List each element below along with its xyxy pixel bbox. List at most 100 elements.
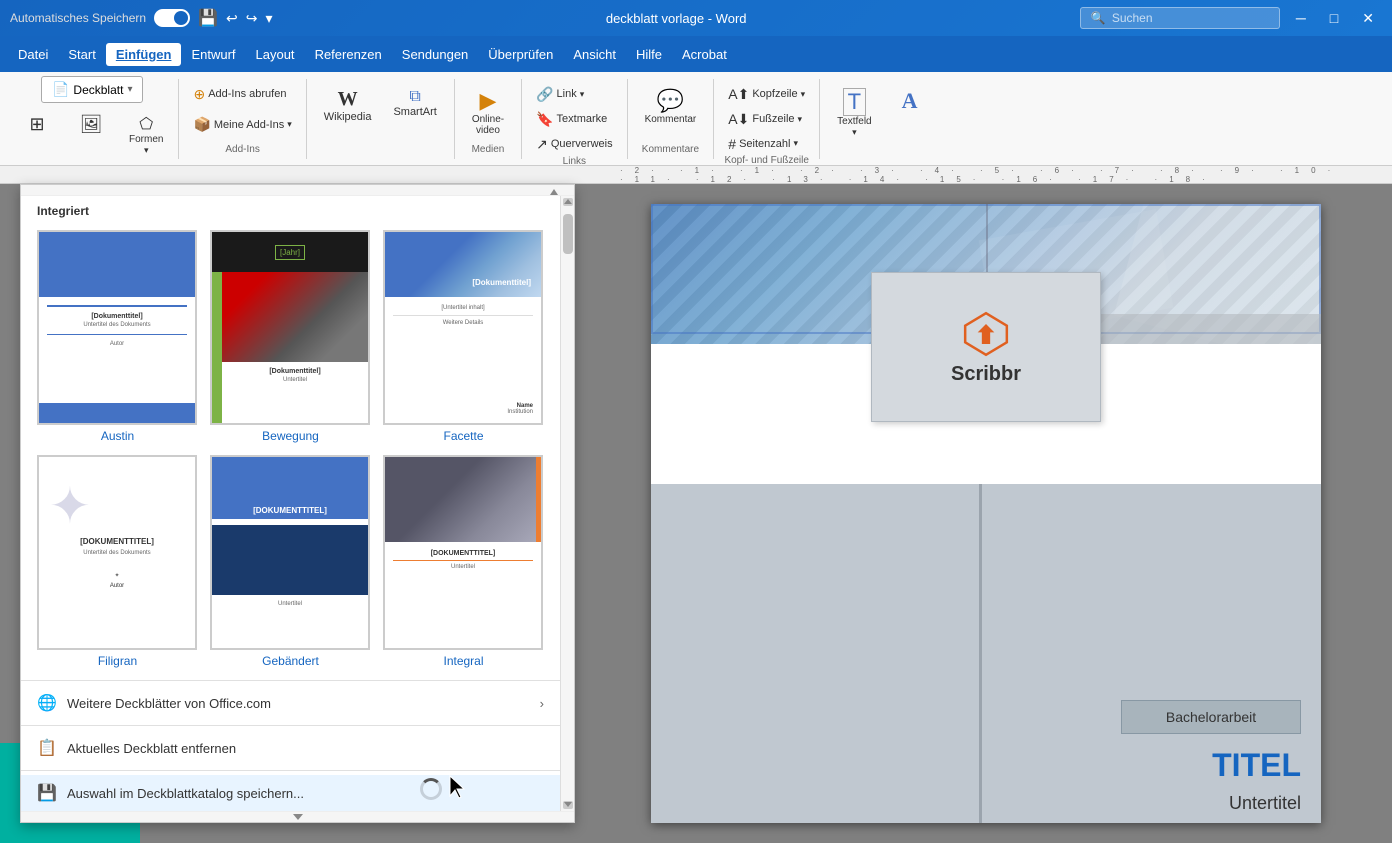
meine-addins-label: Meine Add-Ins [214,119,284,131]
online-video-label: Online-video [472,114,504,136]
document-area: Scribbr Bachelorarbeit TITEL Untertitel [580,184,1392,843]
menu-item-start[interactable]: Start [58,43,105,66]
scribbr-logo-text: Scribbr [951,363,1021,386]
auswahl-speichern-item[interactable]: 💾 Auswahl im Deckblattkatalog speichern.… [21,775,560,811]
deckblatt-dropdown-arrow: ▾ [127,84,132,95]
menu-item-datei[interactable]: Datei [8,43,58,66]
autosave-toggle[interactable] [154,9,190,27]
menu-item-hilfe[interactable]: Hilfe [626,43,672,66]
link-label: Link [557,88,577,100]
querverweis-button[interactable]: ↗ Querverweis [530,133,618,156]
weitere-deckblatter-arrow: › [540,696,544,711]
ruler: ·2· ·1· ·1· ·2· ·3· ·4· ·5· ·6· ·7· ·8· … [0,166,1392,184]
wikipedia-button[interactable]: W Wikipedia [315,83,381,128]
aktuelles-entfernen-item[interactable]: 📋 Aktuelles Deckblatt entfernen [21,730,560,766]
save-icon[interactable]: 💾 [198,8,218,28]
template-filigran[interactable]: ✦ [DOKUMENTTITEL] Untertitel des Dokumen… [37,455,198,668]
meine-addins-button[interactable]: 📦 Meine Add-Ins ▾ [187,113,297,136]
addins-abrufen-button[interactable]: ⊕ Add-Ins abrufen [187,83,292,106]
link-button[interactable]: 🔗 Link ▾ [530,83,618,106]
menu-item-einfugen[interactable]: Einfügen [106,43,182,66]
querverweis-label: Querverweis [551,138,613,150]
scroll-down-thumb[interactable] [563,801,573,809]
deckblatt-button[interactable]: 📄 Deckblatt ▾ [41,76,144,103]
scroll-up-thumb[interactable] [563,198,573,206]
seitenzahl-button[interactable]: # Seitenzahl ▾ [722,133,811,155]
textmarke-label: Textmarke [557,113,608,125]
cover-bottom-bg: Bachelorarbeit TITEL Untertitel [651,484,1321,823]
scroll-down-arrow[interactable] [293,814,303,820]
menu-item-uberprufen[interactable]: Überprüfen [478,43,563,66]
kommentare-group-title: Kommentare [636,144,706,155]
template-gebandert[interactable]: [DOKUMENTTITEL] Untertitel Gebändert [210,455,371,668]
scroll-up-arrow[interactable] [550,187,558,195]
aktuelles-entfernen-icon: 📋 [37,738,57,758]
formen-button[interactable]: ⬠ Formen ▾ [120,109,172,161]
more-icon[interactable]: ▾ [265,10,272,27]
wor-icon: A [902,88,918,114]
wor-button[interactable]: A Scribbr [885,83,935,143]
redo-icon[interactable]: ↪ [246,10,258,27]
textmarke-button[interactable]: 🔖 Textmarke [530,108,618,131]
wikipedia-icon: W [338,88,358,111]
menu-item-sendungen[interactable]: Sendungen [392,43,479,66]
online-video-icon: ▶ [480,88,497,114]
menu-item-referenzen[interactable]: Referenzen [305,43,392,66]
wikipedia-label: Wikipedia [324,111,372,123]
fusszeile-label: Fußzeile [752,113,794,125]
text-group: T Textfeld ▾ A Scribbr [820,79,942,159]
minimize-button[interactable]: ─ [1288,10,1314,26]
search-placeholder: Suchen [1112,11,1153,25]
maximize-button[interactable]: □ [1322,10,1346,26]
ruler-markings: ·2· ·1· ·1· ·2· ·3· ·4· ·5· ·6· ·7· ·8· … [620,166,1392,184]
table-button[interactable]: ⊞ [12,109,62,161]
image-button[interactable]: 🖼 [66,109,116,161]
scroll-thumb[interactable] [563,214,573,254]
autosave-label: Automatisches Speichern [10,11,146,25]
link-icon: 🔗 [536,86,553,103]
cover-subtitle-text: Untertitel [1229,793,1301,813]
panel-scrollbar[interactable] [560,196,574,811]
template-integral[interactable]: [DOKUMENTTITEL] Untertitel Integral [383,455,544,668]
facette-label: Facette [383,429,544,443]
template-facette[interactable]: [Dokumenttitel] [Untertitel inhalt] Weit… [383,230,544,443]
addins-group-title: Add-Ins [187,144,297,155]
ribbon: 📄 Deckblatt ▾ ⊞ 🖼 ⬠ Formen ▾ ⊕ Add-Ins a… [0,72,1392,166]
kopfzeile-button[interactable]: A⬆ Kopfzeile ▾ [722,83,811,106]
addins-abrufen-label: Add-Ins abrufen [208,88,286,100]
online-video-button[interactable]: ▶ Online-video [463,83,513,141]
menu-item-acrobat[interactable]: Acrobat [672,43,737,66]
weitere-deckblatter-item[interactable]: 🌐 Weitere Deckblätter von Office.com › [21,685,560,721]
cover-type-label: Bachelorarbeit [1121,700,1301,734]
textfeld-arrow: ▾ [852,127,857,138]
cover-title: TITEL [1212,747,1301,784]
dropdown-panel: Integriert [Dokumenttitel] Untertitel de… [20,184,575,823]
smartart-button[interactable]: ⧉ SmartArt [384,83,445,128]
textfeld-button[interactable]: T Textfeld ▾ [828,83,880,143]
menu-item-entwurf[interactable]: Entwurf [181,43,245,66]
gebandert-label: Gebändert [210,654,371,668]
medien-group-title: Medien [463,144,513,155]
seitenzahl-label: Seitenzahl [739,138,790,150]
menu-item-layout[interactable]: Layout [246,43,305,66]
template-austin[interactable]: [Dokumenttitel] Untertitel des Dokuments… [37,230,198,443]
main-area: Integriert [Dokumenttitel] Untertitel de… [0,184,1392,843]
undo-icon[interactable]: ↩ [226,10,238,27]
menu-item-ansicht[interactable]: Ansicht [563,43,626,66]
querverweis-icon: ↗ [536,136,548,153]
close-button[interactable]: ✕ [1354,10,1382,27]
kopfzeile-label: Kopfzeile [752,88,797,100]
fusszeile-button[interactable]: A⬇ Fußzeile ▾ [722,108,811,131]
panel-separator-1 [21,680,560,681]
search-box[interactable]: 🔍 Suchen [1080,7,1280,29]
scribbr-icon-wrapper [961,309,1011,359]
image-icon: 🖼 [80,114,103,135]
fusszeile-arrow: ▾ [798,114,803,125]
fusszeile-icon: A⬇ [728,111,749,128]
template-bewegung[interactable]: [Jahr] [Dokumenttitel] Untertitel Bewegu… [210,230,371,443]
deckblatt-icon: 📄 [52,81,69,98]
wikipedia-smartart-group: W Wikipedia ⧉ SmartArt [307,79,455,159]
deckblatt-group: 📄 Deckblatt ▾ ⊞ 🖼 ⬠ Formen ▾ [6,79,179,159]
weitere-deckblatter-label: Weitere Deckblätter von Office.com [67,696,271,711]
kommentar-button[interactable]: 💬 Kommentar [636,83,706,130]
